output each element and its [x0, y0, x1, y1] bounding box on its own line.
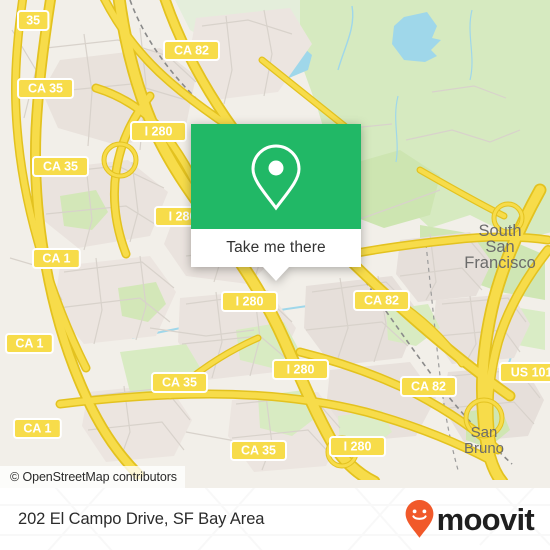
svg-text:Francisco: Francisco: [464, 254, 536, 272]
moovit-smiley-pin-icon: [405, 500, 433, 538]
take-me-there-callout[interactable]: Take me there: [191, 124, 361, 281]
address-label: 202 El Campo Drive, SF Bay Area: [18, 509, 265, 528]
road-shield: 35: [17, 10, 50, 31]
svg-text:CA 1: CA 1: [23, 422, 51, 436]
callout-cta-panel[interactable]: Take me there: [191, 229, 361, 267]
map-screenshot: South San Francisco San Bruno 35 CA 82 CA …: [0, 0, 550, 550]
footer-bar: 202 El Campo Drive, SF Bay Area moovit: [0, 488, 550, 550]
svg-text:CA 35: CA 35: [162, 376, 197, 390]
road-shield: CA 82: [163, 40, 220, 61]
road-shield: CA 35: [151, 372, 208, 393]
road-shield: CA 1: [13, 418, 62, 439]
road-shield: I 280: [329, 436, 386, 457]
callout-tail: [263, 267, 289, 281]
road-shield: I 280: [221, 291, 278, 312]
svg-text:I 280: I 280: [344, 440, 372, 454]
svg-text:I 280: I 280: [287, 363, 315, 377]
svg-text:US 101: US 101: [511, 366, 550, 380]
svg-text:I 280: I 280: [145, 125, 173, 139]
road-shield: I 280: [130, 121, 187, 142]
road-shield: US 101: [499, 362, 550, 383]
location-pin-icon: [251, 143, 301, 210]
road-shield: CA 82: [400, 376, 457, 397]
svg-text:CA 1: CA 1: [42, 252, 70, 266]
svg-text:I 280: I 280: [236, 295, 264, 309]
svg-text:CA 82: CA 82: [174, 44, 209, 58]
svg-text:CA 82: CA 82: [364, 294, 399, 308]
openstreetmap-attribution[interactable]: © OpenStreetMap contributors: [0, 466, 185, 488]
road-shield: CA 82: [353, 290, 410, 311]
svg-text:San: San: [471, 424, 498, 441]
svg-text:CA 35: CA 35: [43, 160, 78, 174]
road-shield: CA 35: [32, 156, 89, 177]
road-shield: CA 1: [32, 248, 81, 269]
svg-text:CA 35: CA 35: [241, 444, 276, 458]
svg-text:CA 82: CA 82: [411, 380, 446, 394]
moovit-logo[interactable]: moovit: [404, 499, 535, 539]
svg-text:35: 35: [26, 14, 40, 28]
road-shield: I 280: [272, 359, 329, 380]
take-me-there-label: Take me there: [226, 239, 326, 256]
road-shield: CA 1: [5, 333, 54, 354]
svg-text:CA 1: CA 1: [15, 337, 43, 351]
svg-text:CA 35: CA 35: [28, 82, 63, 96]
road-shield: CA 35: [17, 78, 74, 99]
road-shield: CA 35: [230, 440, 287, 461]
svg-text:Bruno: Bruno: [464, 440, 504, 457]
moovit-wordmark: moovit: [436, 501, 535, 537]
callout-icon-panel: [191, 124, 361, 229]
